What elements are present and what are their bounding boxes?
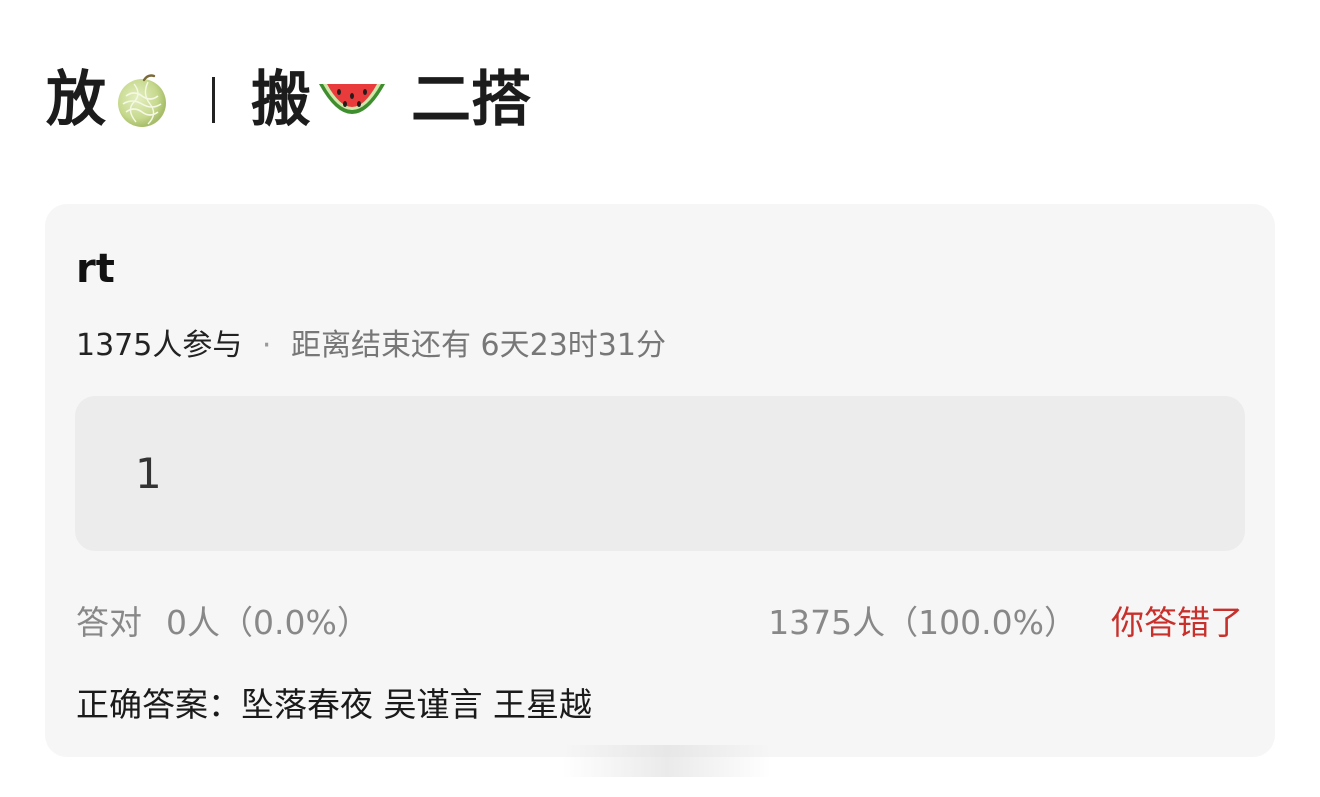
quiz-meta: 1375人参与 · 距离结束还有 6天23时31分 — [76, 326, 666, 366]
quiz-card: rt 1375人参与 · 距离结束还有 6天23时31分 1 答对 0人（0.0%… — [45, 204, 1275, 757]
watermelon-icon — [315, 70, 389, 130]
result-text: 你答错了 — [1111, 603, 1243, 642]
correct-stat-value: 0人（0.0%） — [166, 603, 370, 642]
wrong-stat-value: 1375人（100.0%） — [768, 603, 1077, 642]
post-title-part3: 二搭 — [411, 65, 531, 135]
post-title: 放 搬 二搭 — [46, 60, 531, 140]
title-divider — [212, 77, 215, 123]
post-title-part1: 放 — [46, 65, 106, 135]
quiz-option[interactable]: 1 — [75, 396, 1245, 551]
option-label: 1 — [135, 449, 162, 498]
correct-answer: 正确答案：坠落春夜 吴谨言 王星越 — [76, 685, 592, 724]
meta-separator: · — [261, 328, 272, 363]
correct-stat: 答对 0人（0.0%） — [76, 601, 370, 645]
melon-icon — [114, 72, 170, 128]
participant-count: 1375人参与 — [76, 328, 243, 363]
post-title-part2: 搬 — [251, 65, 311, 135]
time-remaining: 距离结束还有 6天23时31分 — [291, 328, 666, 363]
correct-stat-label: 答对 — [76, 603, 142, 642]
result-stat: 1375人（100.0%） 你答错了 — [768, 601, 1243, 645]
quiz-title: rt — [76, 246, 115, 292]
scroll-indicator — [562, 745, 772, 777]
